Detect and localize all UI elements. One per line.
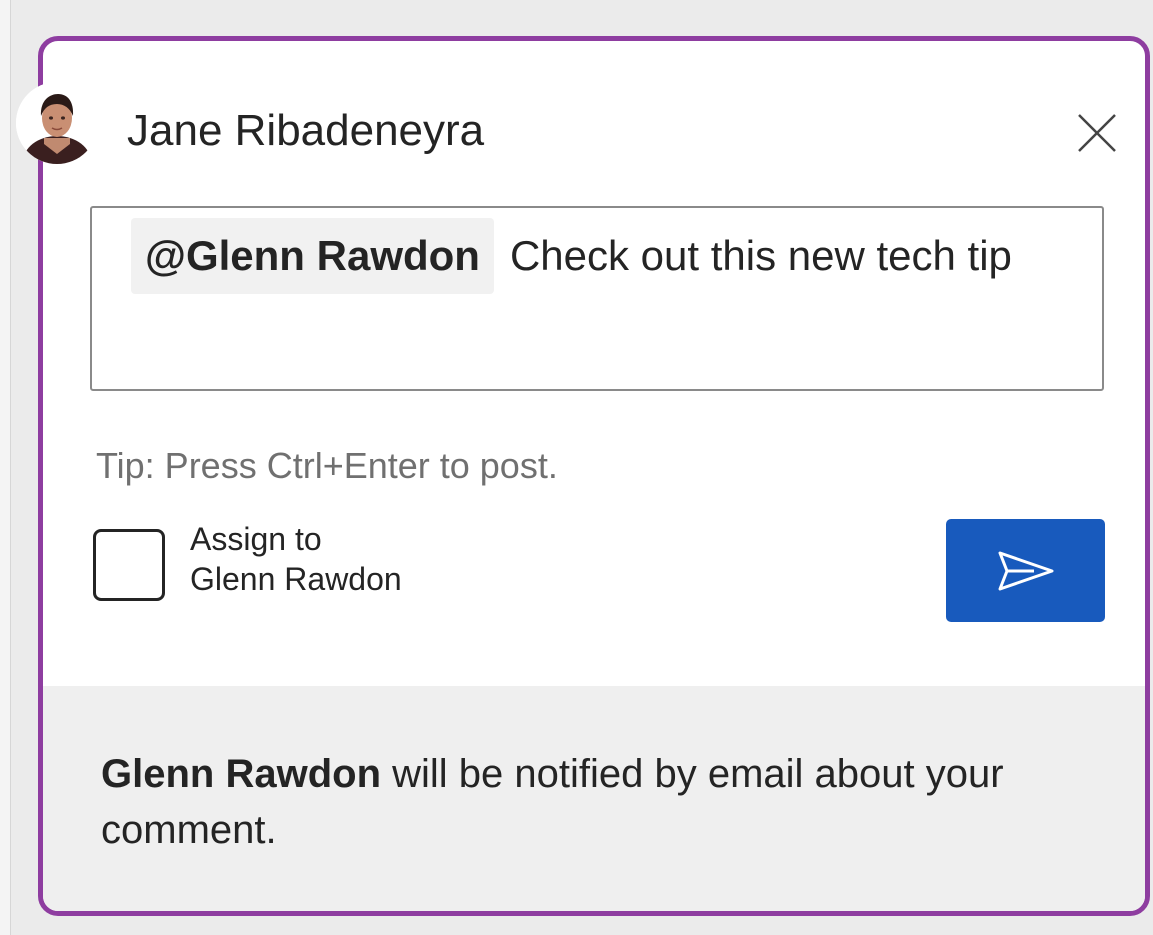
post-tip: Tip: Press Ctrl+Enter to post. — [96, 445, 558, 486]
assign-label[interactable]: Assign to Glenn Rawdon — [190, 519, 402, 599]
window-edge — [0, 0, 11, 935]
comment-input[interactable]: @Glenn Rawdon Check out this new tech tip — [90, 206, 1104, 391]
comment-author-name: Jane Ribadeneyra — [127, 106, 485, 155]
notify-name: Glenn Rawdon — [101, 752, 381, 796]
mention-chip: @Glenn Rawdon — [131, 218, 494, 294]
assign-checkbox[interactable] — [93, 529, 165, 601]
assign-label-line1: Assign to — [190, 521, 322, 557]
send-button[interactable] — [946, 519, 1105, 622]
assign-row: Assign to Glenn Rawdon — [93, 521, 402, 601]
comment-text: Check out this new tech tip — [509, 232, 1012, 279]
send-icon — [998, 551, 1053, 590]
notification-footer: Glenn Rawdon will be notified by email a… — [43, 686, 1145, 911]
avatar — [16, 82, 98, 164]
comment-card: Jane Ribadeneyra @Glenn Rawdon Check out … — [38, 36, 1150, 916]
avatar-image — [16, 82, 98, 164]
close-button[interactable] — [1071, 107, 1123, 159]
assign-label-line2: Glenn Rawdon — [190, 561, 402, 597]
close-icon — [1078, 114, 1116, 152]
